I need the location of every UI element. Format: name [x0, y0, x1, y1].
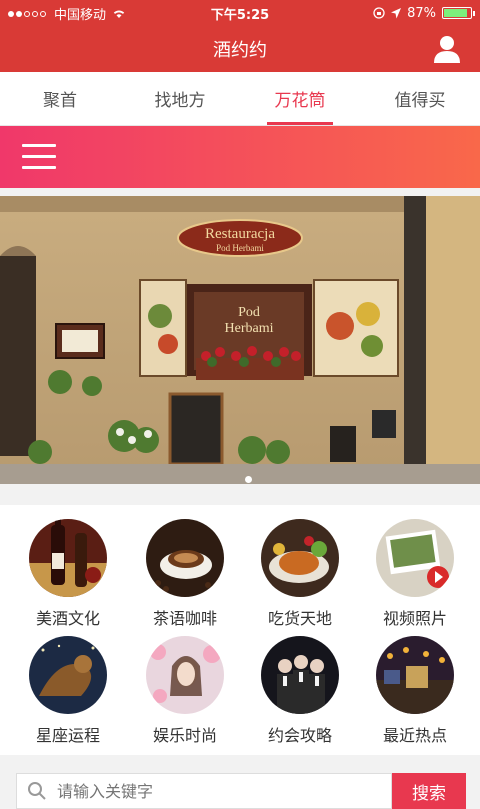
menu-bar — [0, 126, 480, 188]
banner-image: Restauracja Pod Herbami Pod Herbami — [0, 196, 480, 484]
hamburger-menu-icon[interactable] — [22, 144, 56, 170]
carrier-name: 中国移动 — [54, 7, 107, 23]
category-label: 星座运程 — [35, 726, 100, 745]
food-icon — [261, 519, 339, 597]
search-box — [16, 773, 392, 809]
category-label: 最近热点 — [382, 726, 447, 745]
tab-wanhuatong[interactable]: 万花筒 — [240, 72, 360, 125]
app-title: 酒约约 — [213, 40, 267, 61]
battery-percent: 87% — [407, 5, 436, 21]
dating-icon — [261, 636, 339, 714]
banner-carousel[interactable]: Restauracja Pod Herbami Pod Herbami — [0, 196, 480, 484]
category-label: 美酒文化 — [35, 609, 100, 628]
hotspot-icon — [376, 636, 454, 714]
zodiac-icon — [29, 636, 107, 714]
banner-window-subtext: Herbami — [225, 321, 274, 336]
category-label: 娱乐时尚 — [152, 726, 217, 745]
tab-jushou[interactable]: 聚首 — [0, 72, 120, 125]
fashion-icon — [146, 636, 224, 714]
status-bar: 中国移动 下午5:25 87% — [0, 0, 480, 26]
location-icon — [391, 7, 402, 18]
category-label: 约会攻略 — [267, 726, 332, 745]
category-item-wine[interactable]: 美酒文化 — [8, 519, 128, 629]
wine-icon — [29, 519, 107, 597]
search-button[interactable]: 搜索 — [392, 773, 466, 809]
carousel-indicator[interactable] — [245, 476, 252, 483]
banner-sign-subtext: Pod Herbami — [216, 243, 264, 253]
search-icon — [28, 782, 46, 800]
category-label: 茶语咖啡 — [152, 609, 217, 628]
user-icon[interactable] — [432, 34, 462, 64]
category-item-hotspot[interactable]: 最近热点 — [355, 636, 475, 746]
category-item-video-photo[interactable]: 视频照片 — [355, 519, 475, 629]
category-item-fashion[interactable]: 娱乐时尚 — [125, 636, 245, 746]
category-item-food[interactable]: 吃货天地 — [240, 519, 360, 629]
app-header: 酒约约 — [0, 26, 480, 72]
battery-icon — [442, 7, 475, 19]
category-grid: 美酒文化 茶语咖啡 吃货天地 视频照片 星座运程 娱乐时尚 约会攻略 最近热点 — [0, 505, 480, 755]
tab-zhaodifang[interactable]: 找地方 — [120, 72, 240, 125]
category-label: 视频照片 — [382, 609, 447, 628]
search-bar: 搜索 — [0, 760, 480, 809]
status-time: 下午5:25 — [210, 7, 270, 23]
category-item-dating[interactable]: 约会攻略 — [240, 636, 360, 746]
category-item-zodiac[interactable]: 星座运程 — [8, 636, 128, 746]
category-item-coffee[interactable]: 茶语咖啡 — [125, 519, 245, 629]
lock-rotation-icon — [373, 7, 385, 19]
banner-sign-text: Restauracja — [205, 226, 275, 242]
category-label: 吃货天地 — [267, 609, 332, 628]
signal-icon — [8, 6, 48, 21]
banner-window-text: Pod — [238, 305, 260, 320]
search-input[interactable] — [57, 781, 357, 801]
coffee-icon — [146, 519, 224, 597]
video-photo-icon — [376, 519, 454, 597]
top-tabs: 聚首 找地方 万花筒 值得买 — [0, 72, 480, 126]
wifi-icon — [113, 10, 125, 18]
tab-zhidemai[interactable]: 值得买 — [360, 72, 480, 125]
